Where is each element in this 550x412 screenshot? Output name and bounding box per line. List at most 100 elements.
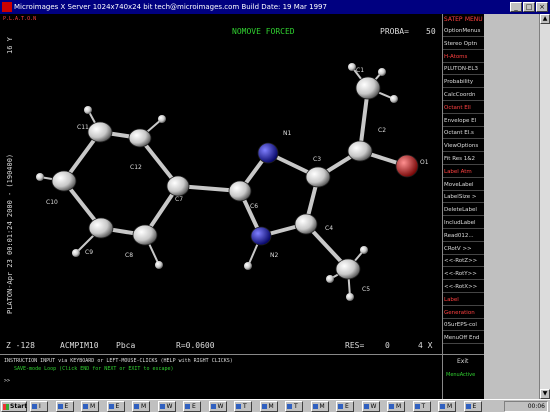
proba-value: 50 [426,27,436,36]
atom-c12 [128,128,152,148]
menu-item-11[interactable]: Label Atm [443,167,484,178]
menu-item-1[interactable]: Stereo Optn [443,39,484,50]
atom-c9 [88,217,114,239]
menu-item-19[interactable]: <<-RotY>> [443,269,484,281]
minimize-button[interactable]: _ [510,2,522,12]
menu-header-satep[interactable]: SATEP [443,14,464,26]
atom-c8 [132,224,158,246]
taskbar-button-12[interactable]: E [336,401,354,412]
menu-item-14[interactable]: DeleteLabel [443,205,484,217]
molecule-diagram: P.L.A.T.O.N NOMOVE FORCED PROBA= 50 PLAT… [3,16,436,350]
taskbar-button-4[interactable]: M [132,401,150,412]
exit-button[interactable]: Exit [457,358,468,365]
taskbar-button-17[interactable]: E [463,401,482,412]
taskbar-button-15[interactable]: T [412,401,431,412]
menu-item-18[interactable]: <<-RotZ>> [443,256,484,268]
z-value: Z -128 [6,341,35,350]
menu-item-6[interactable]: Octant Ell [443,103,484,114]
vertical-scrollbar[interactable]: ▲ ▼ [539,14,550,399]
res-value: 0 [385,341,390,350]
atom-n1 [257,142,279,164]
menu-item-3[interactable]: PLUTON-EL3 [443,64,484,76]
command-prompt[interactable]: >> [4,378,10,384]
label-c1: C1 [356,67,364,74]
atom-c11 [87,121,113,143]
taskbar-button-9[interactable]: M [259,401,278,412]
atom-c6 [228,180,252,202]
menu-item-22[interactable]: Generation [443,308,484,319]
menu-active-status: MenuActive [446,372,476,378]
taskbar-button-13[interactable]: W [361,401,380,412]
zoom-value: 4 X [418,341,433,350]
taskbar-button-5[interactable]: W [157,401,176,412]
clock: 00:06 [527,403,545,410]
platon-date-vertical: PLATON-Apr 23 00:01:24 2000 - (190400) [6,154,14,314]
taskbar-button-14[interactable]: M [387,401,405,412]
taskbar-button-3[interactable]: E [106,401,125,412]
start-label: Start [10,403,28,410]
menu-item-9[interactable]: ViewOptions [443,141,484,153]
taskbar-button-10[interactable]: T [285,401,303,412]
proba-label: PROBA= [380,27,409,36]
label-c10: C10 [46,199,58,206]
label-c4: C4 [325,225,333,232]
menu-item-7[interactable]: Envelope El [443,116,484,127]
label-c11: C11 [77,124,89,131]
label-c6: C6 [250,203,258,210]
menu-item-2[interactable]: H-Atoms [443,52,484,63]
atom-o1 [395,154,419,178]
menu-item-16[interactable]: Read012... [443,231,484,242]
label-c5: C5 [362,286,370,293]
start-button[interactable]: Start [1,401,27,412]
taskbar-button-2[interactable]: M [81,401,99,412]
taskbar-button-7[interactable]: W [208,401,227,412]
label-c12: C12 [130,164,142,171]
menu-item-13[interactable]: LabelSize > [443,192,484,204]
menu-header-menu[interactable]: MENU [464,14,485,26]
label-c7: C7 [175,196,183,203]
taskbar-button-16[interactable]: M [438,401,456,412]
res-label: RES= [345,341,364,350]
menu-item-20[interactable]: <<-RotX>> [443,282,484,293]
taskbar-button-1[interactable]: E [55,401,74,412]
menu-item-4[interactable]: Probability [443,77,484,89]
label-o1: O1 [420,159,429,166]
menu-item-15[interactable]: IncludLabel [443,218,484,229]
taskbar-button-0[interactable]: I [30,401,48,412]
maximize-button[interactable]: □ [523,2,535,12]
close-button[interactable]: × [536,2,548,12]
menu-item-12[interactable]: MoveLabel [443,180,484,191]
menu-item-0[interactable]: OptionMenus [443,26,484,37]
taskbar-button-6[interactable]: E [183,401,201,412]
menu-item-8[interactable]: Octant El.s [443,128,484,140]
molecule-plot-area[interactable]: P.L.A.T.O.N NOMOVE FORCED PROBA= 50 PLAT… [0,14,442,354]
atom-c3 [305,166,331,188]
menu-item-10[interactable]: Fit Res 1&2 [443,154,484,165]
axis-y-vertical: 16 Y [6,36,14,54]
label-c2: C2 [378,127,386,134]
atom-c7 [166,175,190,197]
scroll-down-button[interactable]: ▼ [540,389,550,399]
window-titlebar[interactable]: Microimages X Server 1024x740x24 bit tec… [0,0,550,14]
instruction-text: INSTRUCTION INPUT via KEYBOARD or LEFT-M… [4,358,233,364]
r-value: R=0.0600 [176,341,215,350]
right-panel-background [484,14,539,412]
menu-item-17[interactable]: CRotV >> [443,244,484,255]
taskbar-button-11[interactable]: M [310,401,329,412]
command-menu: Exit MenuActive [442,354,484,399]
atom-c10 [51,170,77,192]
atom-c5 [335,258,361,280]
menu-item-21[interactable]: Label [443,295,484,306]
atom-c1 [355,76,381,100]
menu-item-24[interactable]: MenuOff End [443,333,484,345]
command-area[interactable]: INSTRUCTION INPUT via KEYBOARD or LEFT-M… [0,354,442,400]
menu-item-5[interactable]: CalcCoordn [443,90,484,101]
menu-item-23[interactable]: 0SurEPS-col [443,320,484,332]
taskbar-button-8[interactable]: T [234,401,252,412]
windows-flag-icon [3,404,9,410]
structure-name: ACMPIM10 [60,341,99,350]
label-c3: C3 [313,156,321,163]
platon-menu: SATEP MENU OptionMenus Stereo Optn H-Atoms… [442,14,484,354]
bonds [62,86,409,271]
scroll-up-button[interactable]: ▲ [540,14,550,24]
